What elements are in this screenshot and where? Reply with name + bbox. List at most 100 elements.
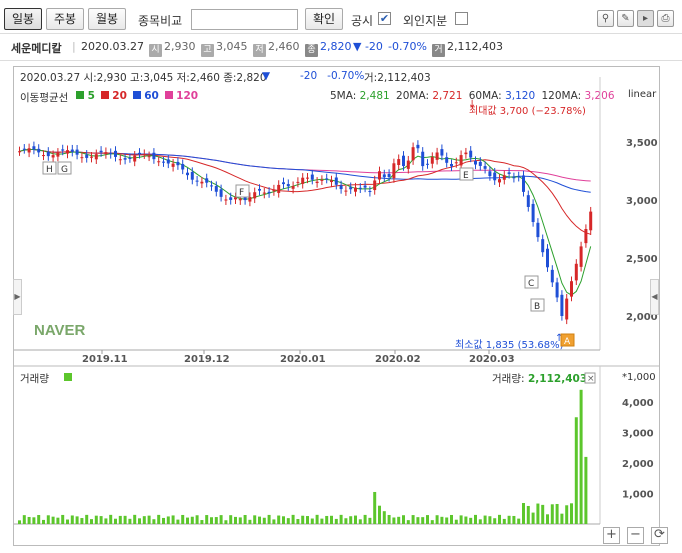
candle-body bbox=[334, 177, 338, 185]
draw-tool-icon[interactable]: ✎ bbox=[617, 10, 634, 27]
candle-body bbox=[435, 152, 439, 160]
volume-bar bbox=[334, 518, 338, 524]
volume-bar bbox=[27, 516, 31, 524]
confirm-button[interactable]: 확인 bbox=[305, 8, 343, 30]
volume-bar bbox=[320, 518, 324, 524]
scroll-right-arrow-icon[interactable]: ◀ bbox=[650, 279, 659, 315]
close-tag: 종 bbox=[305, 44, 318, 57]
high-tag: 고 bbox=[201, 44, 214, 57]
stock-name: 세운메디칼 bbox=[11, 42, 62, 55]
pointer-tool-icon[interactable]: ⚲ bbox=[597, 10, 614, 27]
candle-body bbox=[22, 148, 26, 150]
candle-body bbox=[440, 149, 444, 156]
candle-body bbox=[387, 173, 391, 178]
candle-body bbox=[507, 172, 511, 174]
volume-y-tick-label: 4,000 bbox=[622, 398, 654, 409]
volume-bar bbox=[109, 514, 113, 524]
candle-body bbox=[344, 190, 348, 192]
volume-bar bbox=[22, 515, 26, 524]
volume-bar bbox=[104, 518, 108, 524]
open-tag: 시 bbox=[149, 44, 162, 57]
volume-bar bbox=[584, 456, 588, 524]
candle-body bbox=[397, 159, 401, 165]
candle-body bbox=[560, 294, 564, 316]
candle-body bbox=[488, 171, 492, 177]
candle-body bbox=[368, 190, 372, 192]
zoom-in-icon[interactable]: + bbox=[603, 527, 620, 544]
period-monthly-button[interactable]: 월봉 bbox=[88, 8, 126, 30]
volume-bar bbox=[210, 517, 213, 524]
volume-bar bbox=[536, 503, 540, 524]
foreign-checkbox[interactable] bbox=[455, 12, 468, 25]
close-icon[interactable]: × bbox=[587, 374, 595, 384]
candle-body bbox=[392, 163, 396, 179]
candle-body bbox=[162, 161, 165, 163]
volume-bar bbox=[272, 519, 276, 524]
volume-bar bbox=[459, 515, 463, 524]
volume-bar bbox=[574, 417, 578, 524]
period-weekly-button[interactable]: 주봉 bbox=[46, 8, 84, 30]
candle-body bbox=[310, 174, 314, 180]
volume-bar bbox=[133, 514, 137, 524]
candle-body bbox=[234, 197, 237, 200]
volume-bar bbox=[354, 515, 357, 524]
volume-bar bbox=[61, 514, 65, 524]
x-tick-label: 2019.12 bbox=[184, 354, 230, 365]
period-daily-button[interactable]: 일봉 bbox=[4, 8, 42, 30]
candle-body bbox=[277, 184, 281, 193]
volume-bar bbox=[171, 515, 175, 524]
refresh-icon[interactable]: ⟳ bbox=[651, 527, 668, 544]
candle-body bbox=[248, 197, 252, 202]
zoom-out-icon[interactable]: − bbox=[627, 527, 644, 544]
volume-bar bbox=[234, 516, 237, 524]
volume-bar bbox=[118, 515, 122, 524]
candle-body bbox=[152, 152, 156, 160]
candle-body bbox=[186, 172, 189, 176]
open-value: 시 2,930 bbox=[149, 40, 196, 57]
candle-body bbox=[574, 263, 578, 281]
candle-body bbox=[378, 171, 381, 180]
volume-bar bbox=[488, 516, 492, 524]
candle-body bbox=[445, 157, 449, 163]
candle-body bbox=[382, 174, 386, 178]
volume-bar bbox=[80, 518, 84, 524]
y-tick-label: 3,000 bbox=[626, 196, 658, 207]
candle-body bbox=[584, 229, 588, 244]
volume-bar bbox=[267, 514, 271, 524]
crosshair-tool-icon[interactable]: ▸ bbox=[637, 10, 654, 27]
volume-bar bbox=[301, 515, 305, 524]
volume-bar bbox=[565, 505, 569, 524]
volume-y-tick-label: 2,000 bbox=[622, 459, 654, 470]
disclosure-label: 공시 bbox=[351, 14, 374, 28]
volume-unit: *1,000 bbox=[622, 372, 656, 383]
candle-body bbox=[32, 146, 36, 150]
candle-body bbox=[565, 298, 569, 320]
scroll-left-arrow-icon[interactable]: ▶ bbox=[13, 279, 22, 315]
candle-body bbox=[570, 281, 573, 297]
print-icon[interactable]: ⎙ bbox=[657, 10, 674, 27]
volume-bars bbox=[18, 389, 588, 524]
open-number: 2,930 bbox=[164, 40, 196, 53]
volume-bar bbox=[138, 518, 141, 524]
candle-body bbox=[522, 175, 525, 192]
candle-body bbox=[219, 189, 223, 197]
change-pct: -0.70% bbox=[388, 40, 427, 53]
compare-input[interactable] bbox=[191, 9, 298, 30]
volume-bar bbox=[531, 512, 535, 524]
candle-body bbox=[512, 177, 516, 179]
disclosure-checkbox[interactable]: ✔ bbox=[378, 12, 391, 25]
volume-bar bbox=[186, 517, 189, 524]
candle-body bbox=[354, 187, 357, 192]
volume-bar bbox=[248, 519, 252, 524]
volume-bar bbox=[358, 519, 362, 524]
volume-bar bbox=[349, 516, 353, 524]
volume-bar bbox=[166, 516, 170, 524]
candle-body bbox=[258, 188, 261, 191]
candle-body bbox=[66, 150, 69, 154]
candle-body bbox=[291, 186, 295, 189]
candle-body bbox=[541, 239, 545, 253]
volume-bar bbox=[200, 520, 204, 524]
volume-bar bbox=[94, 515, 98, 524]
volume-bar bbox=[253, 515, 257, 524]
volume-bar bbox=[363, 514, 367, 524]
